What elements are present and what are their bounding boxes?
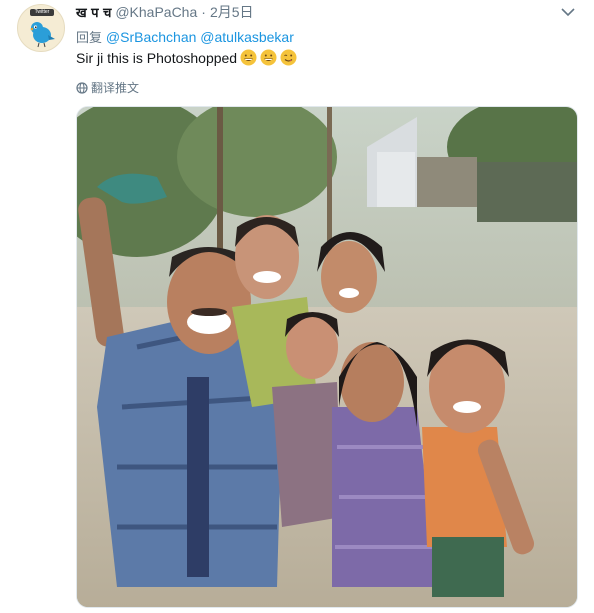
user-handle[interactable]: @KhaPaCha — [115, 4, 197, 20]
mention-link[interactable]: @atulkasbekar — [200, 29, 294, 45]
tweet-text: Sir ji this is Photoshopped — [76, 49, 297, 66]
tweet-header: ख प च @KhaPaCha · 2月5日 — [76, 3, 254, 21]
grinning-face-icon — [240, 49, 257, 66]
separator-dot: · — [201, 4, 206, 20]
avatar[interactable]: Twitter — [17, 4, 65, 52]
tweet-timestamp[interactable]: 2月5日 — [210, 2, 254, 22]
chevron-down-icon[interactable] — [560, 6, 576, 18]
reply-prefix: 回复 — [76, 31, 103, 46]
tweet-media-photo[interactable] — [76, 106, 578, 608]
reply-context: 回复 @SrBachchan @atulkasbekar — [76, 27, 294, 46]
bird-icon — [30, 22, 55, 48]
display-name[interactable]: ख प च — [76, 3, 111, 21]
tweet-body: Sir ji this is Photoshopped — [76, 49, 238, 66]
mention-link[interactable]: @SrBachchan — [106, 29, 196, 45]
tweet[interactable]: Twitter ख प च @KhaPaCha · 2月5日 回复 @SrBac… — [0, 0, 594, 613]
winking-face-icon — [280, 49, 297, 66]
grinning-face-icon — [260, 49, 277, 66]
globe-icon — [76, 81, 88, 94]
photo-image — [77, 107, 577, 607]
translate-label: 翻译推文 — [91, 81, 140, 95]
translate-tweet-link[interactable]: 翻译推文 — [76, 79, 139, 96]
